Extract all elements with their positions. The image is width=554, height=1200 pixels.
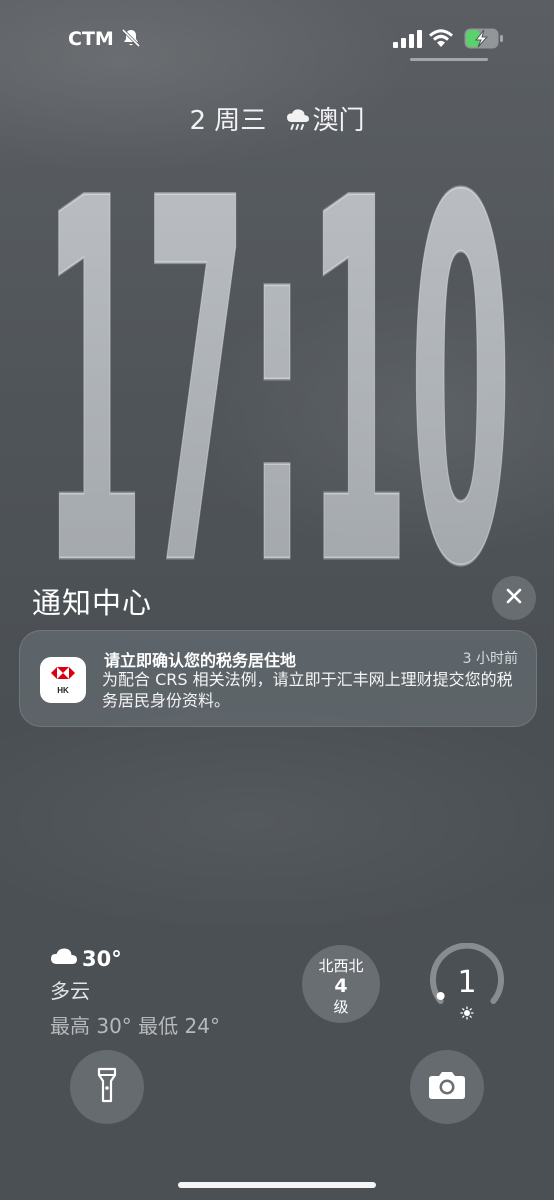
date-weather-line[interactable]: 2 周三 澳门 bbox=[0, 100, 554, 140]
cellular-signal-icon bbox=[393, 30, 423, 52]
wind-direction: 北西北 bbox=[318, 957, 364, 975]
battery-charging-icon bbox=[464, 28, 504, 54]
status-indicator-line bbox=[410, 58, 488, 61]
bell-slash-icon bbox=[120, 27, 142, 53]
cloud-rain-icon bbox=[285, 107, 311, 140]
sun-icon bbox=[460, 1006, 474, 1020]
camera-icon bbox=[428, 1070, 466, 1104]
wind-level: 4 bbox=[334, 975, 348, 997]
hsbc-hk-icon: HK bbox=[40, 657, 86, 703]
weather-condition: 多云 bbox=[50, 979, 90, 1003]
date-label: 2 周三 bbox=[189, 106, 267, 136]
notification-time: 3 小时前 bbox=[462, 651, 518, 667]
close-icon bbox=[506, 588, 522, 608]
wind-unit: 级 bbox=[333, 998, 349, 1016]
home-indicator[interactable] bbox=[178, 1182, 376, 1188]
uv-value: 1 bbox=[457, 965, 477, 1000]
wind-widget[interactable]: 北西北 4 级 bbox=[302, 945, 380, 1023]
flashlight-icon bbox=[97, 1067, 117, 1107]
notification-title: 请立即确认您的税务居住地 bbox=[104, 651, 297, 670]
lock-screen-clock[interactable]: 17:10 bbox=[0, 140, 554, 570]
camera-button[interactable] bbox=[410, 1050, 484, 1124]
carrier-name: CTM bbox=[68, 28, 114, 50]
flashlight-button[interactable] bbox=[70, 1050, 144, 1124]
app-badge-text: HK bbox=[57, 686, 69, 695]
uv-index-widget[interactable]: 1 bbox=[427, 942, 507, 1023]
notification-card[interactable]: HK 请立即确认您的税务居住地 3 小时前 为配合 CRS 相关法例，请立即于汇… bbox=[19, 630, 537, 727]
weather-temperature: 30° bbox=[82, 946, 122, 971]
city-label: 澳门 bbox=[312, 106, 365, 136]
notification-body: 为配合 CRS 相关法例，请立即于汇丰网上理财提交您的税务居民身份资料。 bbox=[102, 670, 513, 710]
status-bar: CTM bbox=[0, 24, 554, 56]
weather-high-low: 最高 30° 最低 24° bbox=[50, 1014, 220, 1038]
clear-notifications-button[interactable] bbox=[492, 576, 536, 620]
clock-time: 17:10 bbox=[42, 140, 512, 570]
wifi-icon bbox=[428, 27, 454, 53]
notification-center-title: 通知中心 bbox=[32, 586, 153, 620]
cloud-icon bbox=[50, 946, 78, 971]
weather-widget[interactable]: 30° 多云 最高 30° 最低 24° bbox=[50, 946, 220, 1039]
